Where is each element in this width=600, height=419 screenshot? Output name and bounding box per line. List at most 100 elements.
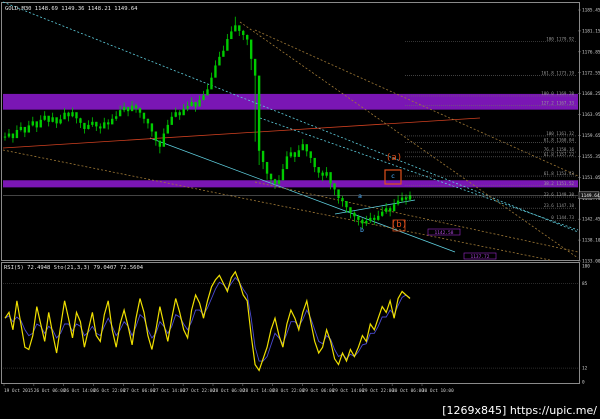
fib-label-10: 23.6 1149.30	[544, 192, 575, 197]
candle-body-38	[154, 131, 158, 141]
candle-body-95	[381, 211, 384, 216]
price-tick-label-6: 1159.65	[582, 133, 600, 139]
candle-body-19	[79, 118, 82, 123]
time-label-8: 28 Oct 14:00	[243, 388, 275, 394]
candle-body-93	[373, 217, 376, 220]
candle-body-96	[384, 208, 388, 212]
time-label-3: 26 Oct 22:00	[94, 388, 126, 394]
price-tick-label-10: 1142.45	[582, 217, 600, 223]
fib-label-12: 0 1144.73	[551, 215, 574, 220]
candle-body-55	[222, 50, 225, 57]
candle-body-89	[357, 216, 360, 220]
candle-body-87	[349, 207, 352, 213]
candle-body-99	[396, 200, 400, 205]
candle-body-100	[400, 197, 404, 201]
candle-body-13	[55, 117, 58, 124]
time-label-11: 29 Oct 14:00	[332, 388, 364, 394]
candle-body-54	[218, 56, 221, 66]
time-label-0: 19 Oct 2015	[4, 388, 33, 394]
osc-tick-label-3: 0	[582, 380, 585, 386]
osc-tick-label-0: 100	[582, 264, 590, 270]
candle-body-23	[95, 121, 98, 127]
candle-body-5	[23, 126, 27, 133]
candle-body-12	[51, 117, 54, 122]
candle-body-68	[273, 179, 277, 184]
time-label-10: 29 Oct 06:00	[303, 388, 335, 394]
time-label-14: 30 Oct 10:00	[422, 388, 454, 394]
fib-label-2: 100.0 1169.20	[541, 91, 574, 96]
candle-body-85	[341, 198, 344, 202]
candle-body-45	[182, 108, 185, 116]
watermark: [1269x845] https://upic.me/	[430, 402, 600, 419]
candle-body-14	[59, 119, 62, 124]
candle-body-16	[67, 112, 70, 117]
candle-body-62	[249, 39, 253, 59]
candle-body-25	[103, 122, 106, 129]
candle-body-51	[206, 89, 209, 96]
candle-body-94	[377, 215, 380, 220]
candle-body-26	[107, 122, 110, 125]
candle-body-39	[158, 140, 162, 147]
candle-body-70	[281, 169, 285, 181]
price-tag-1: 1137.72	[471, 254, 490, 260]
time-label-2: 26 Oct 14:00	[64, 388, 96, 394]
candle-body-22	[91, 121, 94, 125]
candle-body-61	[246, 34, 249, 40]
fib-label-9: 38.2 1151.52	[544, 181, 575, 186]
candle-body-29	[118, 110, 122, 117]
time-label-13: 30 Oct 06:00	[392, 388, 424, 394]
fib-label-7: 61.8 1157.22	[544, 152, 575, 157]
price-tick-label-4: 1168.25	[582, 91, 600, 97]
candle-body-77	[309, 151, 312, 158]
candle-body-91	[365, 220, 368, 224]
time-label-12: 29 Oct 22:00	[362, 388, 394, 394]
candle-body-46	[186, 106, 189, 109]
candle-body-75	[301, 144, 304, 151]
candle-body-81	[325, 172, 328, 176]
candle-body-6	[27, 125, 31, 133]
candle-body-3	[15, 129, 19, 139]
candle-body-86	[345, 201, 348, 208]
candle-body-71	[285, 156, 289, 170]
last-price-label: 1149.64	[581, 193, 600, 199]
time-label-9: 28 Oct 22:00	[273, 388, 305, 394]
price-tick-label-1: 1181.15	[582, 28, 600, 34]
candle-body-15	[63, 112, 66, 120]
price-tick-label-3: 1172.55	[582, 70, 600, 76]
price-tick-label-5: 1163.95	[582, 112, 600, 118]
fib-label-8: 61.8 1153.43	[544, 171, 575, 176]
wave-label-2: a	[358, 192, 362, 200]
candle-body-101	[404, 197, 408, 200]
candle-body-79	[317, 167, 320, 173]
candle-body-102	[408, 195, 412, 200]
wave-label-0: (a)	[386, 153, 402, 163]
candle-body-56	[226, 39, 229, 51]
price-tick-label-2: 1176.85	[582, 49, 600, 55]
time-label-7: 28 Oct 06:00	[213, 388, 245, 394]
candle-body-42	[170, 116, 173, 125]
fib-label-3: 127.2 1167.33	[541, 100, 574, 105]
candle-body-50	[202, 95, 205, 101]
price-tag-0: 1142.58	[435, 230, 454, 236]
candle-body-48	[194, 102, 197, 107]
candle-body-69	[277, 180, 281, 184]
chart-header-info: GOLD,M30 1148.69 1149.36 1148.21 1149.64	[5, 6, 138, 12]
candle-body-34	[138, 108, 142, 113]
candle-body-72	[289, 152, 293, 157]
osc-tick-label-2: 12	[582, 366, 588, 372]
candle-body-88	[353, 212, 356, 217]
candle-body-47	[190, 102, 193, 107]
candle-body-11	[47, 115, 50, 122]
osc-tick-label-1: 85	[582, 281, 588, 287]
candle-body-4	[19, 126, 23, 130]
candle-body-37	[150, 123, 154, 132]
candle-body-76	[305, 144, 308, 152]
candle-body-67	[269, 173, 273, 180]
candle-body-83	[333, 183, 336, 190]
wave-label-3: b	[360, 226, 364, 234]
candle-body-60	[242, 30, 245, 35]
candle-body-78	[313, 157, 316, 168]
candle-body-53	[214, 65, 217, 78]
candle-body-20	[83, 122, 86, 129]
candle-body-43	[174, 112, 177, 117]
